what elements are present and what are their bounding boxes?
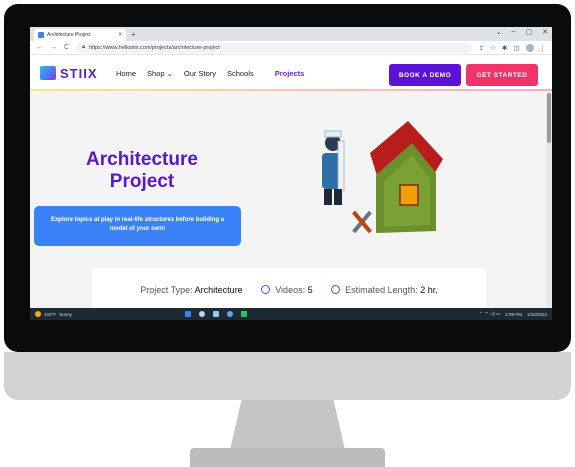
tray-icons[interactable]: ⌃ ⌔ ◁) ▭ bbox=[479, 311, 500, 317]
menu-icon[interactable]: ⋮ bbox=[540, 44, 547, 52]
architect-house-illustration bbox=[322, 121, 443, 234]
project-type: Project Type: Architecture bbox=[140, 285, 242, 295]
page-scrollbar[interactable] bbox=[546, 91, 552, 308]
site-nav: STIIX Home Shop ⌄ Our Story Schools Proj… bbox=[30, 55, 552, 91]
clock-time[interactable]: 2:09 PM bbox=[505, 312, 522, 317]
file-explorer-icon[interactable] bbox=[213, 311, 219, 317]
logo-mark-icon bbox=[40, 66, 56, 80]
nav-home[interactable]: Home bbox=[116, 69, 136, 78]
store-icon[interactable] bbox=[241, 311, 247, 317]
videos-label: Videos: bbox=[275, 285, 306, 295]
close-tab-icon[interactable]: × bbox=[118, 32, 122, 38]
play-icon bbox=[260, 285, 270, 294]
monitor-chin bbox=[4, 352, 571, 400]
hero-section: Architecture Project Explore topics at p… bbox=[30, 91, 552, 313]
page-title: Architecture Project bbox=[52, 149, 232, 193]
project-info-card: Project Type: Architecture Videos: 5 Est… bbox=[92, 268, 486, 313]
browser-tab[interactable]: Architecture Project × bbox=[34, 29, 126, 41]
minimize-icon[interactable]: – bbox=[512, 28, 516, 36]
maximize-icon[interactable]: ▢ bbox=[526, 28, 533, 36]
url-text: https://www.hellostix.com/projects/archi… bbox=[89, 44, 220, 51]
windows-taskbar: 103°F Sunny ⌃ ⌔ ◁) ▭ 2:09 PM 1/10/2022 bbox=[30, 308, 552, 320]
title-line-1: Architecture bbox=[86, 149, 198, 170]
title-line-2: Project bbox=[109, 171, 175, 192]
description-pill: Explore topics at play in real-life stru… bbox=[34, 206, 241, 246]
nav-projects[interactable]: Projects bbox=[275, 69, 305, 78]
length-label: Estimated Length: bbox=[345, 285, 418, 295]
url-input[interactable]: 🔒︎ https://www.hellostix.com/projects/ar… bbox=[76, 42, 472, 53]
length-value: 2 hr. bbox=[420, 285, 438, 295]
lock-icon: 🔒︎ bbox=[82, 44, 85, 50]
taskbar-apps bbox=[185, 311, 247, 317]
forward-icon[interactable]: → bbox=[50, 44, 57, 51]
side-panel-icon[interactable]: ◫ bbox=[513, 44, 519, 52]
search-icon[interactable] bbox=[199, 311, 205, 317]
address-bar-row: ← → C 🔒︎ https://www.hellostix.com/proje… bbox=[30, 41, 552, 55]
start-icon[interactable] bbox=[185, 311, 191, 317]
sun-icon bbox=[35, 311, 41, 317]
weather-temp: 103°F bbox=[44, 311, 57, 317]
estimated-length: Estimated Length: 2 hr. bbox=[330, 285, 438, 295]
get-started-button[interactable]: GET STARTED bbox=[466, 64, 538, 86]
monitor-stand-neck bbox=[230, 400, 345, 450]
system-tray: ⌃ ⌔ ◁) ▭ 2:09 PM 1/10/2022 bbox=[479, 311, 547, 317]
browser-app-icon[interactable] bbox=[227, 311, 233, 317]
tab-title: Architecture Project bbox=[47, 32, 91, 38]
nav-schools[interactable]: Schools bbox=[227, 69, 254, 78]
book-demo-button[interactable]: BOOK A DEMO bbox=[389, 64, 461, 86]
nav-our-story[interactable]: Our Story bbox=[184, 69, 216, 78]
scrollbar-thumb[interactable] bbox=[547, 93, 551, 143]
monitor-stand-base bbox=[190, 448, 385, 467]
window-controls: ⌄ – ▢ ✕ bbox=[496, 28, 548, 36]
close-window-icon[interactable]: ✕ bbox=[542, 28, 548, 36]
nav-shop[interactable]: Shop ⌄ bbox=[147, 69, 173, 78]
tab-search-icon[interactable]: ⌄ bbox=[496, 28, 502, 36]
reload-icon[interactable]: C bbox=[64, 44, 69, 51]
bookmark-star-icon[interactable]: ☆ bbox=[490, 44, 496, 52]
weather-condition: Sunny bbox=[59, 311, 72, 317]
clock-icon bbox=[330, 285, 340, 294]
weather-widget[interactable]: 103°F Sunny bbox=[35, 311, 175, 317]
stiix-logo[interactable]: STIIX bbox=[40, 66, 116, 81]
project-type-label: Project Type: bbox=[140, 285, 193, 295]
favicon-icon bbox=[38, 32, 44, 38]
new-tab-button[interactable]: + bbox=[131, 29, 136, 41]
videos-count: Videos: 5 bbox=[260, 285, 313, 295]
clock-date[interactable]: 1/10/2022 bbox=[527, 312, 547, 317]
nav-links: Home Shop ⌄ Our Story Schools Projects bbox=[116, 69, 304, 78]
share-icon[interactable]: ⇪ bbox=[479, 44, 484, 52]
extensions-icon[interactable]: ✱ bbox=[502, 44, 507, 52]
videos-value: 5 bbox=[307, 285, 313, 295]
screen: Architecture Project × + ⌄ – ▢ ✕ ← → C 🔒… bbox=[30, 27, 552, 320]
back-icon[interactable]: ← bbox=[36, 44, 43, 51]
logo-text: STIIX bbox=[60, 65, 98, 81]
browser-tab-bar: Architecture Project × + ⌄ – ▢ ✕ bbox=[30, 27, 552, 41]
project-type-value: Architecture bbox=[194, 285, 243, 295]
browser-toolbar-right: ⇪ ☆ ✱ ◫ ⋮ bbox=[479, 43, 547, 52]
profile-avatar[interactable] bbox=[525, 43, 534, 52]
